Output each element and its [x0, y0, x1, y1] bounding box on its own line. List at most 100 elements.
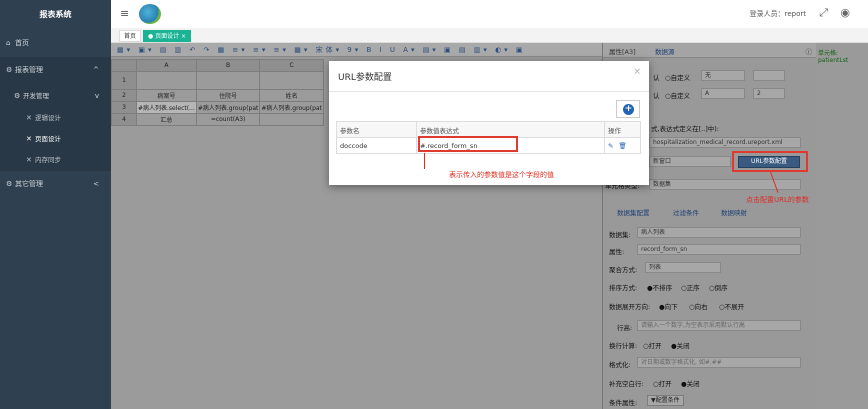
row-height-input[interactable]: 请输入一个数字,为空表示采用默认行高 [637, 320, 801, 331]
tab-page-design[interactable]: ● 页面设计 × [143, 30, 192, 42]
radio-right[interactable]: ○向右 [689, 301, 708, 311]
row-header[interactable]: 3 [111, 101, 137, 114]
close-icon[interactable]: × [633, 67, 641, 77]
select-field[interactable]: A [701, 88, 745, 99]
divider [329, 91, 649, 92]
row-header[interactable]: 1 [111, 71, 137, 90]
gear-icon: ⚙ [6, 66, 13, 74]
sidebar-item-memory-sync[interactable]: ✕ 内存同步 [0, 150, 111, 171]
tools-icon: ✕ [26, 135, 32, 143]
radio-none[interactable]: ○不展开 [719, 301, 744, 311]
row-header[interactable]: 2 [111, 89, 137, 102]
label: 排序方式: [609, 284, 638, 292]
param-name-cell[interactable]: doccode [336, 137, 417, 154]
grid-cell[interactable] [136, 71, 197, 90]
spreadsheet-grid[interactable]: A B C 1 2 病案号 住院号 姓名 3 #病人列表.select(... … [111, 59, 324, 126]
grid-cell[interactable]: =count(A3) [195, 113, 261, 126]
aggregate-select[interactable]: 列表 [645, 262, 721, 273]
dataset-select[interactable]: 病人列表 [637, 227, 801, 238]
annotation-expr: 表示传入的参数值是这个字段的值 [449, 171, 554, 179]
add-param-button[interactable]: + [616, 100, 640, 118]
home-icon: ⌂ [6, 39, 11, 47]
col-header[interactable]: C [259, 59, 324, 72]
edit-icon[interactable]: ✎ [608, 142, 613, 150]
radio-no-sort[interactable]: ●不排序 [647, 282, 672, 292]
grid-cell[interactable] [259, 113, 324, 126]
radio-open[interactable]: ○打开 [653, 378, 672, 388]
gear-icon: ⚙ [14, 92, 21, 100]
format-input[interactable]: 对日期或数字格式化, 如#.## [637, 357, 801, 368]
tab-home[interactable]: 首页 [119, 30, 142, 42]
tab-filter[interactable]: 过滤条件 [673, 207, 699, 217]
sidebar-label: 其它管理 [15, 180, 43, 188]
sidebar-item-report-mgmt[interactable]: ⚙ 报表管理 ^ [0, 57, 111, 84]
user-icon[interactable]: ◉ [840, 6, 850, 19]
sidebar-label: 逻辑设计 [35, 114, 61, 122]
chevron-left-icon: < [93, 180, 99, 188]
sidebar-item-dev-mgmt[interactable]: ⚙ 开发管理 v [0, 84, 111, 108]
radio-asc[interactable]: ○正序 [681, 282, 700, 292]
annotation-arrow [424, 153, 425, 169]
param-actions: ✎ 🗑 [604, 137, 641, 154]
tab-properties[interactable]: 属性[A3] [609, 46, 636, 56]
top-bar: ≡ 登录人员：report ⤢ ◉ [111, 0, 868, 28]
radio-close[interactable]: ●关闭 [681, 378, 700, 388]
grid-cell[interactable]: 住院号 [195, 89, 261, 102]
select-field[interactable] [753, 70, 785, 81]
config-condition-button[interactable]: ▼配置条件 [647, 395, 684, 406]
sidebar-label: 首页 [15, 39, 29, 47]
grid-cell[interactable]: 姓名 [259, 89, 324, 102]
gear-icon: ⚙ [6, 180, 13, 188]
sidebar-label: 页面设计 [35, 135, 61, 143]
designer-toolbar[interactable]: ▦▾ ▣▾ ▤ ▥ ↶ ↷ ▦ ≡▾ ≡▾ ≡▾ ▦▾ 宋体▾ 9▾ B I U… [111, 43, 602, 57]
brand-title: 报表系统 [39, 10, 72, 19]
sidebar-item-logic-design[interactable]: ✕ 逻辑设计 [0, 108, 111, 129]
fullscreen-icon[interactable]: ⤢ [819, 6, 828, 20]
sidebar-item-home[interactable]: ⌂ 首页 [0, 30, 111, 57]
col-header[interactable]: A [136, 59, 197, 72]
sidebar-item-page-design[interactable]: ✕ 页面设计 [0, 129, 111, 150]
col-header: 参数名 [336, 121, 417, 138]
row-header[interactable]: 4 [111, 113, 137, 126]
select-field[interactable]: 2 [753, 88, 785, 99]
grid-cell[interactable]: #病人列表.group(pat [195, 101, 261, 114]
url-param-config-button[interactable]: URL参数配置 [738, 156, 800, 168]
menu-toggle-icon[interactable]: ≡ [120, 7, 129, 20]
info-icon[interactable]: ⓘ [806, 46, 813, 56]
cell-type-select[interactable]: 数据集 [649, 179, 801, 190]
radio-custom[interactable]: ○自定义 [665, 90, 690, 100]
tab-dataset-config[interactable]: 数据集配置 [617, 207, 650, 217]
url-input[interactable]: hospitalization_medical_record.ureport.x… [649, 137, 801, 148]
url-param-modal: URL参数配置 × + 参数名 参数值表达式 操作 doccode #.reco… [329, 61, 649, 185]
tab-datasource[interactable]: 数据源 [655, 46, 675, 56]
grid-cell[interactable]: 汇总 [136, 113, 197, 126]
corner-cell [111, 59, 137, 72]
grid-cell[interactable]: #病人列表.group(pat [259, 101, 324, 114]
tab-data-mapping[interactable]: 数据映射 [721, 207, 747, 217]
label: 聚合方式: [609, 266, 638, 274]
radio-down[interactable]: ●向下 [659, 301, 678, 311]
label: 认 [653, 74, 660, 82]
modal-title: URL参数配置 [338, 73, 392, 83]
grid-cell[interactable] [195, 71, 261, 90]
sidebar-item-other-mgmt[interactable]: ⚙ 其它管理 < [0, 171, 111, 198]
sidebar-label: 报表管理 [15, 66, 43, 74]
grid-cell[interactable] [259, 71, 324, 90]
radio-close[interactable]: ●关闭 [671, 340, 690, 350]
target-select[interactable]: 新窗口 [649, 156, 731, 167]
attribute-select[interactable]: record_form_sn [637, 244, 801, 255]
select-field[interactable]: 无 [701, 70, 745, 81]
label: 式,表达式定义在[..]中): [651, 125, 719, 133]
label: 补充空白行: [609, 380, 644, 388]
cell-name-label: 单元格: patientLst [818, 50, 849, 64]
radio-custom[interactable]: ○自定义 [665, 72, 690, 82]
radio-open[interactable]: ○打开 [643, 340, 662, 350]
grid-cell-selected[interactable]: #病人列表.select(... [136, 101, 197, 114]
label: 条件属性: [609, 399, 638, 407]
col-header[interactable]: B [195, 59, 261, 72]
label: 行高: [617, 324, 633, 332]
trash-icon[interactable]: 🗑 [619, 142, 627, 150]
grid-cell[interactable]: 病案号 [136, 89, 197, 102]
radio-desc[interactable]: ○倒序 [709, 282, 728, 292]
logo [139, 4, 161, 24]
